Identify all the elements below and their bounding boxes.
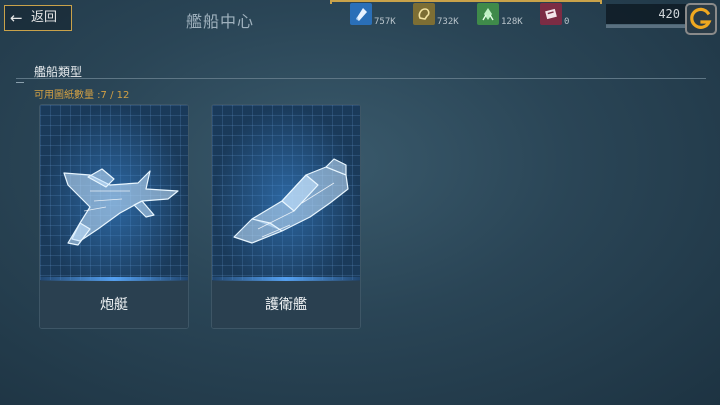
top-bar: ← 返回 艦船中心 757K 732K 128K 0 420 <box>0 0 720 40</box>
gold-value: 420 <box>658 7 680 21</box>
section-divider <box>16 78 706 79</box>
frigate-hologram-icon <box>233 158 349 244</box>
back-arrow-icon: ← <box>10 9 23 27</box>
blue-crystal-icon <box>350 3 372 25</box>
resource-value: 757K <box>374 17 396 27</box>
resource-bar-line <box>330 0 602 2</box>
resource-bar-tick <box>330 0 332 4</box>
resource-value: 732K <box>437 17 459 27</box>
ship-card-gunboat[interactable]: 炮艇 <box>39 104 189 329</box>
back-button-label: 返回 <box>31 10 58 25</box>
resource-bar-tick <box>600 0 602 4</box>
g-coin-button[interactable] <box>685 3 717 35</box>
resource-value: 0 <box>564 17 570 27</box>
resource-value: 128K <box>501 17 523 27</box>
blueprint-count: 可用圖紙數量 :7 / 12 <box>34 90 130 101</box>
back-button[interactable]: ← 返回 <box>4 5 72 31</box>
g-coin-icon <box>690 7 712 29</box>
page-title: 艦船中心 <box>186 12 255 31</box>
red-card-icon <box>540 3 562 25</box>
gunboat-hologram-icon <box>63 168 179 246</box>
resource-gold-ore[interactable]: 732K <box>413 3 473 29</box>
ship-name: 護衛艦 <box>212 281 360 328</box>
ship-card-frigate[interactable]: 護衛艦 <box>211 104 361 329</box>
resource-red-card[interactable]: 0 <box>540 3 590 29</box>
green-gas-icon <box>477 3 499 25</box>
gold-counter: 420 <box>606 4 686 25</box>
gold-ore-icon <box>413 3 435 25</box>
section-marker <box>16 82 24 83</box>
resource-green-gas[interactable]: 128K <box>477 3 537 29</box>
gold-bar <box>606 25 686 28</box>
resource-blue-crystal[interactable]: 757K <box>350 3 410 29</box>
ship-name: 炮艇 <box>40 281 188 328</box>
